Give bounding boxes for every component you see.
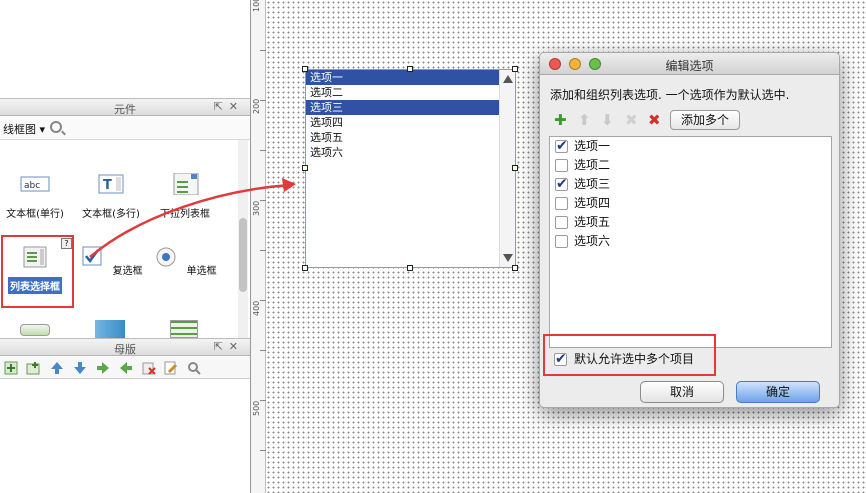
- scroll-up-icon[interactable]: [503, 75, 513, 83]
- move-down-icon[interactable]: [73, 361, 87, 375]
- library-dropdown[interactable]: 线框图 ▾: [3, 121, 45, 137]
- scroll-down-icon[interactable]: [503, 254, 513, 262]
- close-icon[interactable]: ✕: [229, 100, 244, 113]
- resize-handle[interactable]: [512, 165, 518, 171]
- option-checkbox[interactable]: [555, 216, 568, 229]
- image-widget-icon[interactable]: [95, 320, 125, 338]
- masters-toolbar: [0, 357, 250, 379]
- move-down-icon[interactable]: ⬇: [601, 111, 614, 129]
- close-icon[interactable]: ✕: [229, 340, 244, 353]
- add-master-icon[interactable]: [4, 361, 18, 375]
- list-item[interactable]: 选项二: [306, 85, 499, 100]
- option-checkbox[interactable]: [555, 159, 568, 172]
- option-row[interactable]: 选项五: [550, 213, 831, 232]
- library-bar: 线框图 ▾: [0, 118, 250, 140]
- option-checkbox[interactable]: [555, 235, 568, 248]
- widgets-panel-title: 元件: [114, 103, 136, 116]
- expand-icon[interactable]: ⇱: [214, 100, 229, 113]
- indent-icon[interactable]: [96, 361, 110, 375]
- add-option-icon[interactable]: ✚: [554, 111, 567, 129]
- table-widget-icon[interactable]: [170, 320, 198, 338]
- resize-handle[interactable]: [512, 265, 518, 271]
- ok-button[interactable]: 确定: [736, 381, 820, 403]
- button-widget-icon[interactable]: [20, 324, 50, 336]
- cancel-button[interactable]: 取消: [640, 381, 724, 403]
- dialog-titlebar: 编辑选项: [540, 53, 839, 75]
- list-item[interactable]: 选项四: [306, 115, 499, 130]
- search-icon[interactable]: [50, 121, 62, 133]
- expand-icon[interactable]: ⇱: [214, 340, 229, 353]
- list-item[interactable]: 选项六: [306, 145, 499, 160]
- delete-master-icon[interactable]: [142, 361, 156, 375]
- ruler-mark: 500: [252, 400, 261, 416]
- dialog-description: 添加和组织列表选项. 一个选项作为默认选中.: [550, 88, 790, 102]
- highlight-box-option: [543, 334, 716, 376]
- masters-panel-header: 母版 ⇱✕: [0, 338, 250, 356]
- options-list: 选项一 选项二 选项三 选项四 选项五 选项六: [549, 136, 832, 348]
- delete-option-icon[interactable]: ✖: [625, 111, 638, 129]
- option-checkbox[interactable]: [555, 197, 568, 210]
- ruler-mark: 100: [252, 0, 261, 12]
- help-icon[interactable]: ?: [61, 238, 72, 249]
- list-item[interactable]: 选项三: [306, 100, 499, 115]
- search-masters-icon[interactable]: [187, 361, 201, 375]
- option-row[interactable]: 选项四: [550, 194, 831, 213]
- option-row[interactable]: 选项六: [550, 232, 831, 251]
- add-many-button[interactable]: 添加多个: [670, 110, 741, 130]
- svg-text:abc: abc: [24, 181, 40, 191]
- option-row[interactable]: 选项二: [550, 156, 831, 175]
- edit-master-icon[interactable]: [164, 361, 178, 375]
- canvas-list-box[interactable]: 选项一 选项二 选项三 选项四 选项五 选项六: [305, 69, 516, 268]
- move-up-icon[interactable]: [50, 361, 64, 375]
- masters-panel-title: 母版: [114, 343, 136, 356]
- drag-arrow-icon: [89, 178, 296, 258]
- resize-handle[interactable]: [512, 66, 518, 72]
- option-checkbox[interactable]: [555, 175, 568, 194]
- ruler-mark: 200: [252, 98, 261, 114]
- option-row[interactable]: 选项三: [550, 175, 831, 194]
- list-item[interactable]: 选项一: [306, 70, 499, 85]
- outdent-icon[interactable]: [119, 361, 133, 375]
- option-checkbox[interactable]: [555, 137, 568, 156]
- text-field-icon: abc: [20, 176, 50, 192]
- widgets-panel-header: 元件 ⇱✕: [0, 98, 250, 116]
- ruler-mark: 400: [252, 300, 261, 316]
- delete-all-icon[interactable]: ✖: [648, 111, 661, 129]
- resize-handle[interactable]: [302, 165, 308, 171]
- option-row[interactable]: 选项一: [550, 137, 831, 156]
- dialog-title: 编辑选项: [665, 59, 714, 73]
- list-item[interactable]: 选项五: [306, 130, 499, 145]
- resize-handle[interactable]: [407, 66, 413, 72]
- resize-handle[interactable]: [302, 265, 308, 271]
- widget-label: 文本框(单行): [6, 209, 64, 220]
- add-folder-icon[interactable]: [26, 361, 40, 375]
- widget-text-field[interactable]: abc 文本框(单行): [0, 173, 74, 221]
- resize-handle[interactable]: [302, 66, 308, 72]
- resize-handle[interactable]: [407, 265, 413, 271]
- move-up-icon[interactable]: ⬆: [578, 111, 591, 129]
